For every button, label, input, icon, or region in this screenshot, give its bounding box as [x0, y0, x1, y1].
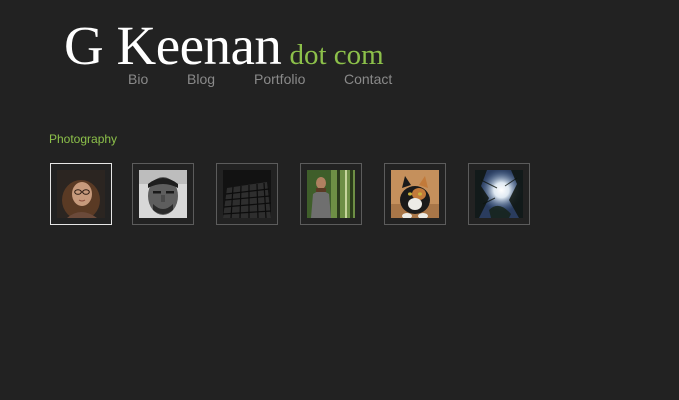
thumbnail-image	[223, 170, 271, 218]
thumbnail-sunlight-through-trees[interactable]	[468, 163, 530, 225]
nav-link-blog[interactable]: Blog	[187, 71, 215, 87]
thumbnail-man-in-forest[interactable]	[300, 163, 362, 225]
thumbnail-man-portrait[interactable]	[132, 163, 194, 225]
thumbnail-image	[139, 170, 187, 218]
logo-main-text: G Keenan	[64, 15, 282, 76]
thumbnail-keyboard[interactable]	[216, 163, 278, 225]
logo-sub-text: dot com	[289, 39, 384, 71]
nav-link-contact[interactable]: Contact	[344, 71, 392, 87]
thumbnail-image	[57, 170, 105, 218]
nav-link-portfolio[interactable]: Portfolio	[254, 71, 305, 87]
thumbnail-woman-with-glasses[interactable]	[50, 163, 112, 225]
gallery-title: Photography	[49, 132, 118, 146]
thumbnail-image	[307, 170, 355, 218]
nav-link-bio[interactable]: Bio	[128, 71, 148, 87]
thumbnail-image	[475, 170, 523, 218]
thumbnail-image	[391, 170, 439, 218]
thumbnail-calico-cat[interactable]	[384, 163, 446, 225]
site-logo[interactable]: G Keenan dot com	[64, 14, 384, 77]
